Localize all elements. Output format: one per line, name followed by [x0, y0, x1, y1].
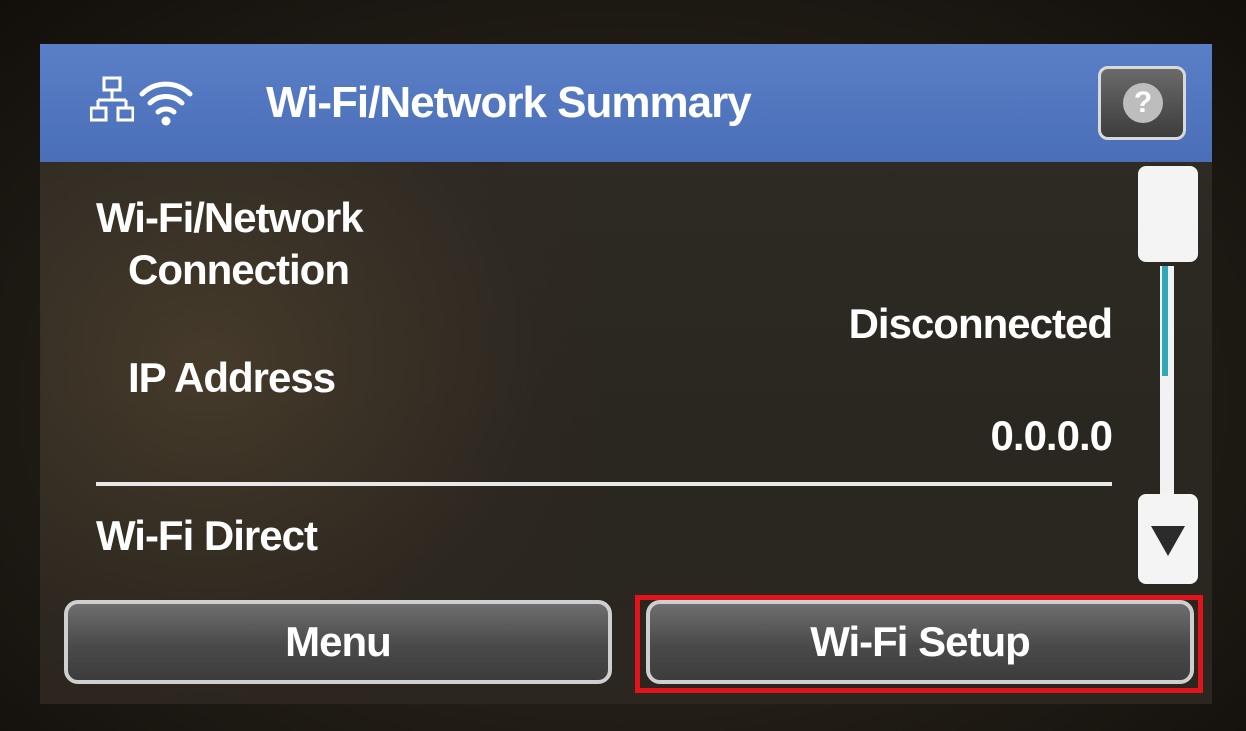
help-icon: ?: [1123, 83, 1163, 123]
scroll-down-arrow-icon: [1151, 526, 1185, 556]
title-bar: Wi-Fi/Network Summary ?: [40, 44, 1212, 162]
help-button[interactable]: ?: [1098, 66, 1186, 140]
scroll-down-button[interactable]: [1138, 494, 1198, 584]
ip-address-label: IP Address: [128, 354, 336, 401]
scrollbar-position-indicator: [1162, 266, 1168, 376]
touch-screen: Wi-Fi/Network Summary ? Wi-Fi/Network Co…: [40, 44, 1212, 704]
page-title: Wi-Fi/Network Summary: [266, 78, 752, 127]
device-bezel: Wi-Fi/Network Summary ? Wi-Fi/Network Co…: [0, 0, 1246, 731]
ip-address-value: 0.0.0.0: [990, 412, 1113, 459]
divider: [96, 482, 1112, 486]
wifi-direct-row[interactable]: Wi-Fi Direct: [96, 512, 318, 560]
wifi-setup-highlight: [635, 595, 1203, 693]
wifi-icon: [139, 81, 193, 126]
scroll-up-button[interactable]: [1138, 166, 1198, 262]
connection-status-value: Disconnected: [848, 300, 1113, 347]
connection-label-line1: Wi-Fi/Network: [96, 194, 364, 241]
network-icon: [90, 76, 134, 122]
menu-button[interactable]: Menu: [64, 600, 612, 684]
connection-label-line2: Connection: [128, 246, 350, 293]
